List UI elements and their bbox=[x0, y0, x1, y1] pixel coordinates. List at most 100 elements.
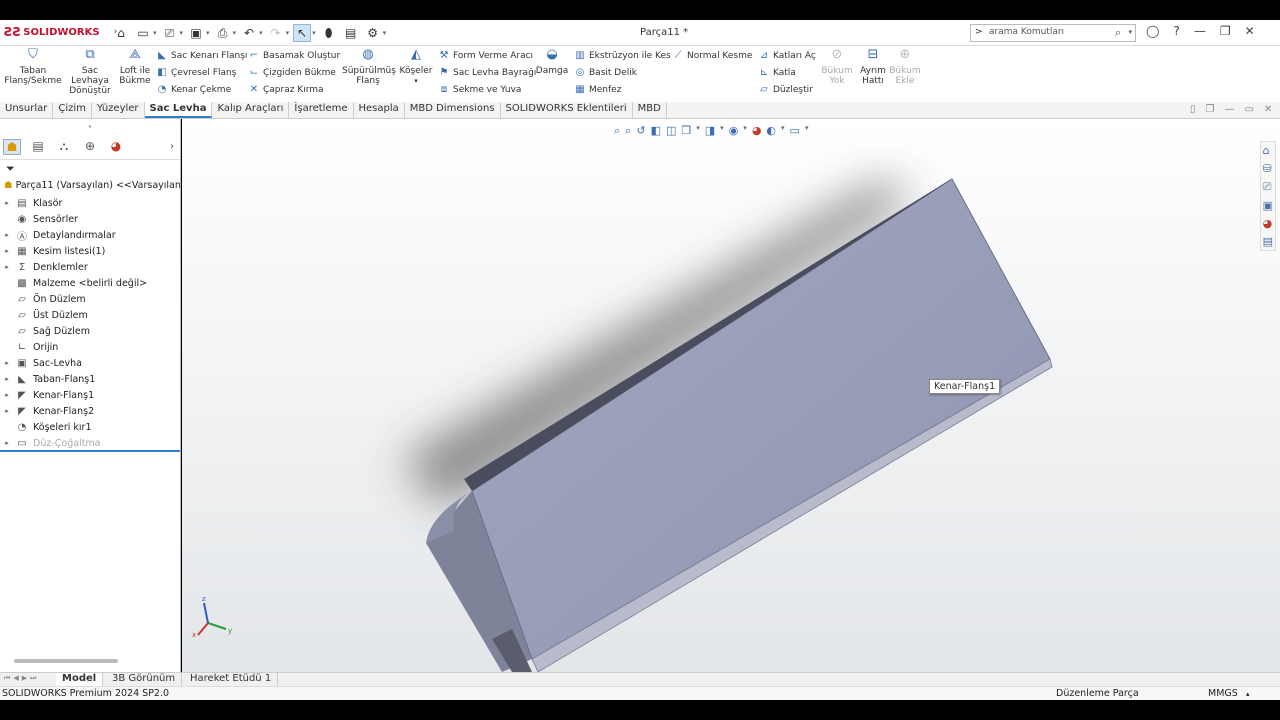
configuration-manager-tab-icon[interactable]: ⛬ bbox=[55, 139, 73, 155]
katlari-ac-button[interactable]: ⊿ Katları Aç bbox=[758, 50, 816, 61]
tree-item[interactable]: ∟ Orijin bbox=[0, 339, 180, 355]
tab-motion-study[interactable]: Hareket Etüdü 1 bbox=[184, 673, 279, 687]
tab-hesapla[interactable]: Hesapla bbox=[354, 102, 405, 118]
chevron-up-icon[interactable]: ▴ bbox=[1246, 690, 1250, 698]
save-icon[interactable]: ▣ bbox=[187, 24, 205, 42]
chevron-down-icon[interactable]: ▾ bbox=[153, 29, 157, 37]
panel-grip-icon[interactable]: • bbox=[88, 123, 92, 131]
tree-item[interactable]: ▱ Sağ Düzlem bbox=[0, 323, 180, 339]
capraz-kirma-button[interactable]: ✕ Çapraz Kırma bbox=[248, 84, 324, 95]
tree-item[interactable]: ◉ Sensörler bbox=[0, 211, 180, 227]
tab-solidworks-eklentileri[interactable]: SOLIDWORKS Eklentileri bbox=[501, 102, 633, 118]
expand-arrow-icon[interactable]: ▸ bbox=[0, 199, 14, 207]
expand-arrow-icon[interactable]: ▸ bbox=[0, 359, 14, 367]
basamak-olustur-button[interactable]: ⌐ Basamak Oluştur bbox=[248, 50, 340, 61]
tile-icon[interactable]: ▯ bbox=[1190, 104, 1196, 115]
tab-mbd[interactable]: MBD bbox=[633, 102, 667, 118]
home-icon[interactable]: ⌂ bbox=[112, 24, 130, 42]
chevron-down-icon[interactable]: ▾ bbox=[206, 29, 210, 37]
taban-flans-sekme-button[interactable]: ⛉ Taban Flanş/Sekme bbox=[4, 48, 62, 86]
menfez-button[interactable]: ▦ Menfez bbox=[574, 84, 621, 95]
filter-icon[interactable]: ⏷ bbox=[6, 162, 15, 176]
prev-tab-icon[interactable]: ◀ bbox=[13, 674, 18, 683]
minimize-icon[interactable]: — bbox=[1194, 24, 1206, 38]
first-tab-icon[interactable]: ⏮ bbox=[4, 674, 10, 683]
minimize-icon[interactable]: — bbox=[1224, 104, 1234, 115]
tab-sac-levha[interactable]: Sac Levha bbox=[144, 102, 213, 118]
expand-arrow-icon[interactable]: ▸ bbox=[0, 231, 14, 239]
design-library-icon[interactable]: ⛁ bbox=[1263, 162, 1273, 175]
restore-icon[interactable]: ❐ bbox=[1206, 104, 1215, 115]
rollback-bar[interactable] bbox=[0, 450, 180, 452]
property-manager-tab-icon[interactable]: ▤ bbox=[29, 139, 47, 155]
display-manager-tab-icon[interactable]: ◕ bbox=[107, 139, 125, 155]
tab-isaretleme[interactable]: İşaretleme bbox=[289, 102, 354, 118]
chevron-down-icon[interactable]: ▾ bbox=[312, 29, 316, 37]
expand-arrow-icon[interactable]: ▸ bbox=[0, 439, 14, 447]
file-properties-icon[interactable]: ▤ bbox=[342, 24, 360, 42]
restore-icon[interactable]: ❐ bbox=[1220, 24, 1231, 38]
tab-mbd-dimensions[interactable]: MBD Dimensions bbox=[405, 102, 501, 118]
form-verme-araci-button[interactable]: ⚒ Form Verme Aracı bbox=[438, 50, 534, 61]
tree-item[interactable]: ▱ Ön Düzlem bbox=[0, 291, 180, 307]
home-icon[interactable]: ⌂ bbox=[1263, 144, 1273, 157]
cizgiden-bukme-button[interactable]: ⌙ Çizgiden Bükme bbox=[248, 67, 336, 78]
tree-item[interactable]: ▸ ◣ Taban-Flanş1 bbox=[0, 371, 180, 387]
bukum-ekle-button[interactable]: ⊕ Bükum Ekle bbox=[888, 48, 922, 86]
file-explorer-icon[interactable]: ⎚ bbox=[1263, 180, 1273, 194]
tree-item[interactable]: ▸ Σ Denklemler bbox=[0, 259, 180, 275]
last-tab-icon[interactable]: ⏭ bbox=[30, 674, 36, 683]
user-icon[interactable]: ◯ bbox=[1146, 24, 1159, 38]
expand-arrow-icon[interactable]: ▸ bbox=[0, 375, 14, 383]
sheet-metal-part[interactable] bbox=[402, 178, 1053, 672]
custom-properties-icon[interactable]: ▤ bbox=[1263, 235, 1273, 248]
sac-levhaya-donustur-button[interactable]: ⧉ Sac Levhaya Dönüştür bbox=[62, 48, 118, 96]
sekme-ve-yuva-button[interactable]: ⧈ Sekme ve Yuva bbox=[438, 84, 522, 95]
tab-model[interactable]: Model bbox=[56, 673, 104, 687]
sac-kenari-flansi-button[interactable]: ◣ Sac Kenarı Flanşı bbox=[156, 50, 247, 61]
supurulmus-flans-button[interactable]: ◍ Süpürülmüş Flanş bbox=[342, 48, 396, 86]
graphics-viewport[interactable]: ⌕ ⌕ ↺ ◧ ◫ ❒ ▾ ◨ ▾ ◉ ▾ ◕ ◐ ▾ ▭ ▾ z y x Ke… bbox=[182, 119, 1280, 672]
view-palette-icon[interactable]: ▣ bbox=[1263, 199, 1273, 212]
expand-arrow-icon[interactable]: ▸ bbox=[0, 263, 14, 271]
tree-item[interactable]: ▸ ▣ Sac-Levha bbox=[0, 355, 180, 371]
solidworks-logo[interactable]: ƧƧ SOLIDWORKS › bbox=[4, 25, 117, 39]
restore-icon[interactable]: ▭ bbox=[1244, 104, 1253, 115]
tab-yuzeyler[interactable]: Yüzeyler bbox=[92, 102, 145, 118]
redo-icon[interactable]: ↷ bbox=[267, 24, 285, 42]
print-icon[interactable]: ⎙ bbox=[214, 24, 232, 42]
tree-item[interactable]: ▸ ▭ Düz-Çoğaltma bbox=[0, 435, 180, 451]
search-commands-input[interactable]: > arama Komutları ⌕ ▾ bbox=[970, 24, 1136, 42]
unit-system[interactable]: MMGS bbox=[1208, 688, 1238, 699]
appearances-icon[interactable]: ◕ bbox=[1263, 217, 1273, 230]
feature-manager-tab-icon[interactable]: ☗ bbox=[3, 139, 21, 155]
tree-root-part[interactable]: ☗ Parça11 (Varsayılan) <<Varsayılan>_G bbox=[4, 180, 180, 191]
kenar-cekme-button[interactable]: ◔ Kenar Çekme bbox=[156, 84, 231, 95]
loft-ile-bukme-button[interactable]: ⟁ Loft ile Bükme bbox=[118, 48, 152, 86]
tree-item[interactable]: ▸ ◤ Kenar-Flanş1 bbox=[0, 387, 180, 403]
tree-item[interactable]: ◔ Köşeleri kır1 bbox=[0, 419, 180, 435]
chevron-down-icon[interactable]: ▾ bbox=[1128, 28, 1132, 36]
tree-item[interactable]: ▱ Üst Düzlem bbox=[0, 307, 180, 323]
tree-item[interactable]: ▸ Ⓐ Detaylandırmalar bbox=[0, 227, 180, 243]
new-document-icon[interactable]: ▭ bbox=[134, 24, 152, 42]
bukum-yok-button[interactable]: ⊘ Bükum Yok bbox=[818, 48, 856, 86]
chevron-down-icon[interactable]: ▾ bbox=[383, 29, 387, 37]
options-gear-icon[interactable]: ⚙ bbox=[364, 24, 382, 42]
next-tab-icon[interactable]: ▶ bbox=[22, 674, 27, 683]
tab-3d-view[interactable]: 3B Görünüm bbox=[106, 673, 183, 687]
cevresel-flans-button[interactable]: ◧ Çevresel Flanş bbox=[156, 67, 236, 78]
ayrim-hatti-button[interactable]: ⊟ Ayrım Hattı bbox=[856, 48, 890, 86]
tree-item[interactable]: ▩ Malzeme <belirli değil> bbox=[0, 275, 180, 291]
undo-icon[interactable]: ↶ bbox=[240, 24, 258, 42]
search-icon[interactable]: ⌕ bbox=[1115, 26, 1121, 40]
chevron-right-icon[interactable]: › bbox=[170, 141, 174, 152]
close-icon[interactable]: ✕ bbox=[1245, 24, 1255, 38]
basit-delik-button[interactable]: ◎ Basit Delik bbox=[574, 67, 637, 78]
tree-item[interactable]: ▸ ▦ Kesim listesi(1) bbox=[0, 243, 180, 259]
horizontal-scrollbar[interactable] bbox=[14, 659, 118, 663]
close-icon[interactable]: ✕ bbox=[1264, 104, 1272, 115]
expand-arrow-icon[interactable]: ▸ bbox=[0, 407, 14, 415]
chevron-down-icon[interactable]: ▾ bbox=[414, 77, 418, 85]
traffic-light-icon[interactable]: ⬮ bbox=[320, 24, 338, 42]
